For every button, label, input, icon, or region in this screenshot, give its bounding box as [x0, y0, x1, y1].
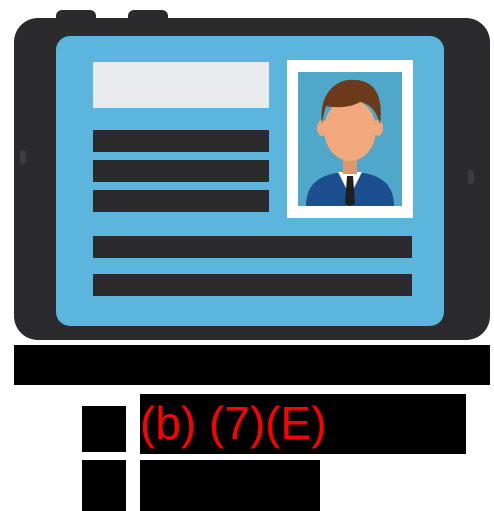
card-text-line-2 — [93, 160, 269, 182]
tablet-id-illustration: (b) (7)(E) — [0, 0, 494, 511]
redaction-block-1 — [82, 406, 126, 452]
card-title-bar — [93, 62, 269, 108]
id-photo — [287, 60, 413, 218]
device-side-dot-right — [468, 170, 474, 184]
redaction-block-3 — [82, 460, 126, 511]
device-side-dot-left — [20, 150, 26, 164]
card-text-line-1 — [93, 130, 269, 152]
redaction-block-2 — [376, 394, 466, 454]
redaction-code-label: (b) (7)(E) — [140, 397, 327, 449]
redaction-block-4 — [140, 460, 320, 511]
card-text-line-5 — [93, 274, 412, 296]
card-text-line-4 — [93, 236, 412, 258]
redaction-band — [14, 345, 490, 385]
card-text-line-3 — [93, 190, 269, 212]
tablet-id-card-icon — [14, 10, 490, 340]
person-face — [324, 99, 376, 161]
